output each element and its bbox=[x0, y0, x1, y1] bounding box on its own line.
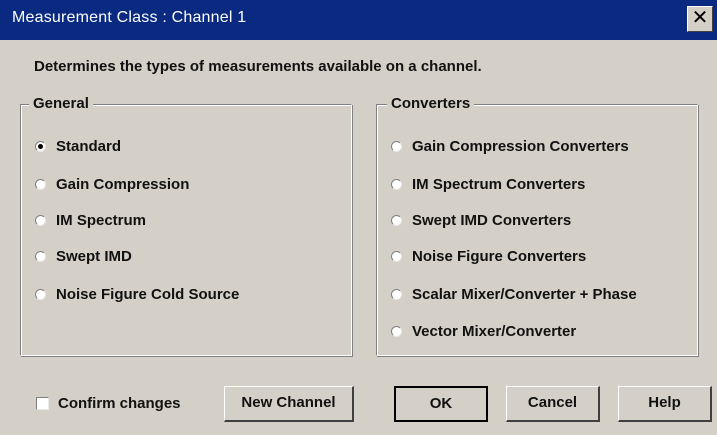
radio-label: Scalar Mixer/Converter + Phase bbox=[412, 286, 637, 303]
help-button[interactable]: Help bbox=[618, 386, 712, 422]
radio-button-icon bbox=[391, 289, 402, 300]
radio-button-icon bbox=[35, 289, 46, 300]
radio-button-icon bbox=[391, 179, 402, 190]
radio-button-icon bbox=[35, 141, 46, 152]
radio-label: IM Spectrum Converters bbox=[412, 176, 586, 193]
general-legend: General bbox=[29, 95, 93, 112]
radio-standard[interactable]: Standard bbox=[35, 138, 121, 155]
radio-label: Swept IMD Converters bbox=[412, 212, 572, 229]
new-channel-button[interactable]: New Channel bbox=[224, 386, 354, 422]
radio-swept-imd[interactable]: Swept IMD bbox=[35, 248, 132, 265]
radio-vector-mixer-converter[interactable]: Vector Mixer/Converter bbox=[391, 323, 576, 340]
confirm-changes-label: Confirm changes bbox=[58, 395, 181, 412]
cancel-button[interactable]: Cancel bbox=[506, 386, 600, 422]
close-button[interactable]: ✕ bbox=[687, 6, 713, 32]
radio-label: Vector Mixer/Converter bbox=[412, 323, 577, 340]
radio-im-spectrum[interactable]: IM Spectrum bbox=[35, 212, 146, 229]
radio-label: Swept IMD bbox=[56, 248, 132, 265]
dialog-description: Determines the types of measurements ava… bbox=[34, 58, 482, 75]
radio-gain-compression-converters[interactable]: Gain Compression Converters bbox=[391, 138, 629, 155]
radio-label: Noise Figure Cold Source bbox=[56, 286, 240, 303]
window-title: Measurement Class : Channel 1 bbox=[12, 9, 247, 26]
general-groupbox: General Standard Gain Compression IM Spe… bbox=[20, 95, 352, 356]
close-icon: ✕ bbox=[691, 7, 709, 29]
radio-noise-figure-converters[interactable]: Noise Figure Converters bbox=[391, 248, 586, 265]
converters-groupbox: Converters Gain Compression Converters I… bbox=[376, 95, 698, 356]
radio-button-icon bbox=[391, 251, 402, 262]
confirm-changes-checkbox[interactable]: Confirm changes bbox=[36, 395, 181, 412]
radio-button-icon bbox=[35, 215, 46, 226]
radio-label: IM Spectrum bbox=[56, 212, 147, 229]
checkbox-icon bbox=[36, 397, 49, 410]
converters-legend: Converters bbox=[387, 95, 475, 112]
radio-button-icon bbox=[35, 179, 46, 190]
radio-label: Noise Figure Converters bbox=[412, 248, 587, 265]
radio-button-icon bbox=[35, 251, 46, 262]
radio-label: Gain Compression bbox=[56, 176, 190, 193]
radio-scalar-mixer-converter-phase[interactable]: Scalar Mixer/Converter + Phase bbox=[391, 286, 637, 303]
radio-button-icon bbox=[391, 215, 402, 226]
radio-im-spectrum-converters[interactable]: IM Spectrum Converters bbox=[391, 176, 585, 193]
radio-swept-imd-converters[interactable]: Swept IMD Converters bbox=[391, 212, 571, 229]
ok-button[interactable]: OK bbox=[394, 386, 488, 422]
measurement-class-dialog: Measurement Class : Channel 1 ✕ Determin… bbox=[0, 0, 717, 435]
radio-button-icon bbox=[391, 326, 402, 337]
title-bar: Measurement Class : Channel 1 ✕ bbox=[0, 0, 717, 40]
radio-button-icon bbox=[391, 141, 402, 152]
radio-label: Standard bbox=[56, 138, 122, 155]
radio-label: Gain Compression Converters bbox=[412, 138, 629, 155]
radio-noise-figure-cold-source[interactable]: Noise Figure Cold Source bbox=[35, 286, 239, 303]
radio-gain-compression[interactable]: Gain Compression bbox=[35, 176, 189, 193]
